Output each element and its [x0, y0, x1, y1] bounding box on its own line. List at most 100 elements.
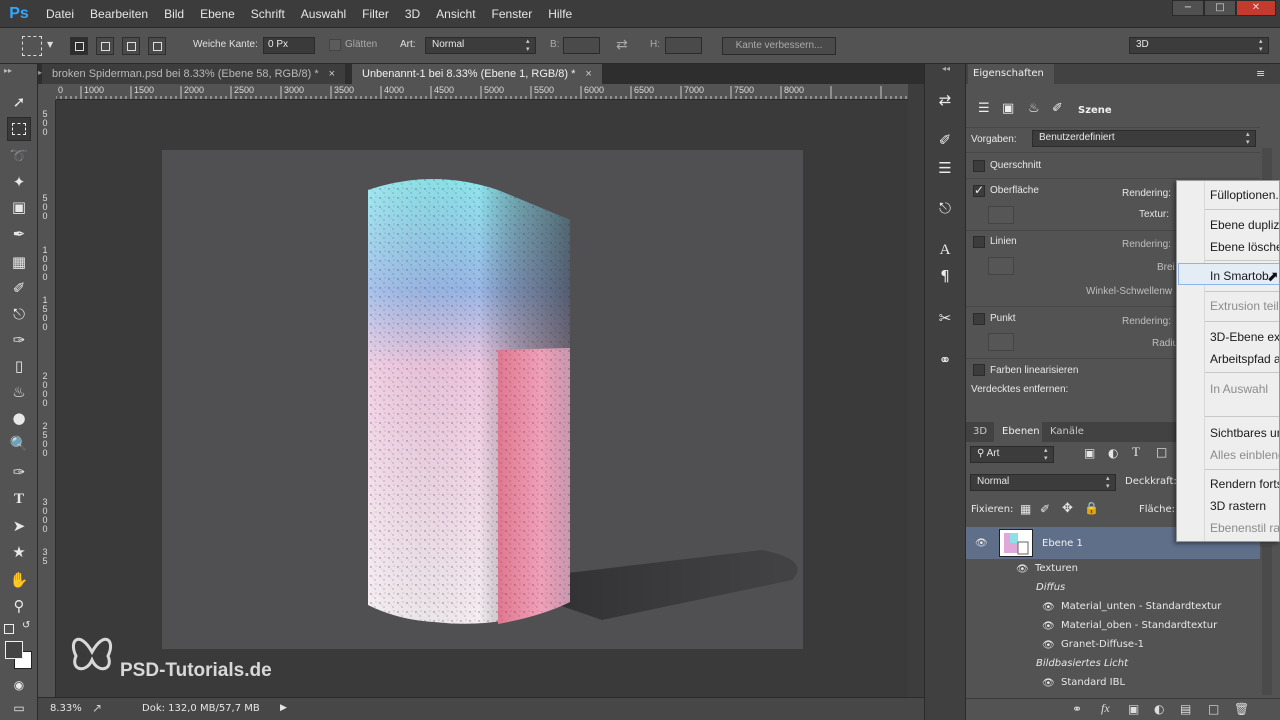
- menu-item-resume-render[interactable]: Rendern forts: [1210, 477, 1279, 491]
- screen-mode-icon[interactable]: ▭: [7, 696, 31, 720]
- link-layers-icon[interactable]: ⚭: [1072, 702, 1082, 716]
- add-selection-icon[interactable]: [96, 37, 114, 55]
- layers-scrollbar[interactable]: [1262, 545, 1272, 695]
- panel-menu-icon[interactable]: ≡: [1256, 67, 1265, 80]
- visibility-eye-icon[interactable]: 👁: [1016, 564, 1030, 575]
- restore-button[interactable]: □: [1204, 0, 1236, 16]
- marquee-preset-icon[interactable]: [22, 36, 42, 56]
- chevron-down-icon[interactable]: ▼: [47, 40, 53, 49]
- new-selection-icon[interactable]: [70, 37, 88, 55]
- eyedropper-icon[interactable]: ✒: [7, 222, 31, 246]
- antialias-checkbox[interactable]: [329, 39, 341, 51]
- clone-stamp-icon[interactable]: ⎋: [7, 302, 31, 326]
- menu-item-rasterize-3d[interactable]: 3D rastern: [1210, 499, 1266, 513]
- presets-select[interactable]: Benutzerdefiniert: [1032, 130, 1256, 147]
- quick-select-icon[interactable]: ✦: [7, 170, 31, 194]
- ibl-item[interactable]: Standard IBL: [1061, 677, 1125, 688]
- linearize-colors-checkbox[interactable]: [973, 364, 985, 376]
- adjustment-filter-icon[interactable]: ◐: [1108, 446, 1118, 460]
- minimize-button[interactable]: −: [1172, 0, 1204, 16]
- document-canvas[interactable]: [162, 150, 803, 649]
- menu-bearbeiten[interactable]: Bearbeiten: [82, 0, 156, 28]
- menu-ebene[interactable]: Ebene: [192, 0, 243, 28]
- crop-icon[interactable]: ▣: [7, 195, 31, 219]
- default-colors-icon[interactable]: [4, 624, 14, 634]
- type-tool-icon[interactable]: T: [7, 487, 31, 511]
- visibility-eye-icon[interactable]: 👁: [975, 538, 989, 549]
- subtract-selection-icon[interactable]: [122, 37, 140, 55]
- style-select[interactable]: Normal: [425, 37, 536, 54]
- path-select-icon[interactable]: ➤: [7, 514, 31, 538]
- export-icon[interactable]: ↗: [92, 701, 102, 715]
- new-layer-icon[interactable]: □: [1208, 702, 1219, 716]
- swap-icon[interactable]: ⇄: [616, 37, 628, 53]
- blend-mode-select[interactable]: Normal: [970, 474, 1116, 491]
- vertical-scrollbar[interactable]: [908, 84, 924, 697]
- zoom-tool-icon[interactable]: ⚲: [7, 594, 31, 618]
- menu-item-work-path[interactable]: Arbeitspfad a: [1210, 352, 1279, 366]
- menu-3d[interactable]: 3D: [397, 0, 428, 28]
- menu-item-convert-smart-object[interactable]: In Smartob: [1210, 269, 1269, 283]
- 3d-cylinder-render[interactable]: [162, 150, 803, 649]
- menu-item-delete-layer[interactable]: Ebene lösche: [1210, 240, 1279, 254]
- tab-3d[interactable]: 3D: [973, 426, 987, 437]
- lock-transparency-icon[interactable]: ▦: [1020, 502, 1031, 516]
- texture-item[interactable]: Granet-Diffuse-1: [1061, 639, 1144, 650]
- visibility-eye-icon[interactable]: 👁: [1042, 640, 1056, 651]
- close-button[interactable]: ✕: [1236, 0, 1276, 16]
- texture-item[interactable]: Material_unten - Standardtextur: [1061, 601, 1221, 612]
- lock-all-icon[interactable]: 🔒: [1084, 501, 1099, 515]
- tab-close-icon[interactable]: ×: [329, 68, 335, 80]
- history-brush-icon[interactable]: ✑: [7, 328, 31, 352]
- shape-tool-icon[interactable]: ★: [7, 540, 31, 564]
- light-filter-icon[interactable]: ✐: [1052, 101, 1063, 116]
- paragraph-panel-icon[interactable]: ¶: [933, 264, 957, 288]
- menu-item-export-3d-layer[interactable]: 3D-Ebene exp: [1210, 330, 1279, 344]
- refine-edge-button[interactable]: Kante verbessern...: [722, 37, 836, 55]
- status-menu-icon[interactable]: ▶: [280, 703, 287, 713]
- trash-icon[interactable]: 🗑: [1234, 702, 1249, 716]
- hand-tool-icon[interactable]: ✋: [7, 568, 31, 592]
- foreground-color-swatch[interactable]: [5, 641, 23, 659]
- quick-mask-icon[interactable]: ◉: [7, 673, 31, 697]
- height-input[interactable]: [665, 37, 702, 54]
- fx-icon[interactable]: fx: [1101, 701, 1110, 716]
- cross-section-checkbox[interactable]: [973, 160, 985, 172]
- lock-position-icon[interactable]: ✥: [1062, 501, 1073, 516]
- layer-name[interactable]: Ebene 1: [1042, 538, 1083, 549]
- intersect-selection-icon[interactable]: [148, 37, 166, 55]
- pen-icon[interactable]: ✑: [7, 460, 31, 484]
- new-group-icon[interactable]: ▤: [1180, 702, 1191, 716]
- history-panel-icon[interactable]: ⇄: [933, 88, 957, 112]
- point-checkbox[interactable]: [973, 313, 985, 325]
- tab-broken-spiderman[interactable]: broken Spiderman.psd bei 8.33% (Ebene 58…: [42, 64, 346, 84]
- lines-color-swatch[interactable]: [988, 257, 1014, 275]
- visibility-eye-icon[interactable]: 👁: [1042, 602, 1056, 613]
- collapse-icon[interactable]: ▸▸: [4, 66, 12, 75]
- eraser-icon[interactable]: ▯: [7, 354, 31, 378]
- texture-item[interactable]: Material_oben - Standardtextur: [1061, 620, 1217, 631]
- point-color-swatch[interactable]: [988, 333, 1014, 351]
- dodge-icon[interactable]: ●: [7, 406, 31, 430]
- menu-item-blending-options[interactable]: Fülloptionen.: [1210, 188, 1279, 202]
- creative-cloud-icon[interactable]: ⚭: [933, 348, 957, 372]
- feather-input[interactable]: 0 Px: [263, 37, 315, 54]
- visibility-eye-icon[interactable]: 👁: [1042, 678, 1056, 689]
- layer-thumbnail[interactable]: [999, 529, 1033, 557]
- brush-icon[interactable]: ✐: [7, 276, 31, 300]
- surface-color-swatch[interactable]: [988, 206, 1014, 224]
- vertical-ruler[interactable]: 5 0 0 5 0 0 1 0 0 0 1 5 0 0 2 0 0 0 2 5 …: [38, 100, 56, 697]
- layer-filter-select[interactable]: ⚲ Art: [970, 446, 1054, 463]
- lasso-icon[interactable]: ➰: [7, 144, 31, 168]
- rectangle-marquee-icon[interactable]: [7, 117, 31, 141]
- horizontal-ruler[interactable]: 0 1000 1500 2000 2500 3000 3500 4000 450…: [56, 84, 908, 100]
- scene-filter-icon[interactable]: ☰: [978, 101, 990, 116]
- visibility-eye-icon[interactable]: 👁: [1042, 621, 1056, 632]
- menu-datei[interactable]: Datei: [38, 0, 82, 28]
- paint-bucket-icon[interactable]: ♨: [7, 380, 31, 404]
- brush-presets-icon[interactable]: ✐: [933, 128, 957, 152]
- healing-brush-icon[interactable]: ▦: [7, 250, 31, 274]
- character-panel-icon[interactable]: A: [933, 238, 957, 262]
- menu-bild[interactable]: Bild: [156, 0, 192, 28]
- menu-item-duplicate-layer[interactable]: Ebene dupliz: [1210, 218, 1279, 232]
